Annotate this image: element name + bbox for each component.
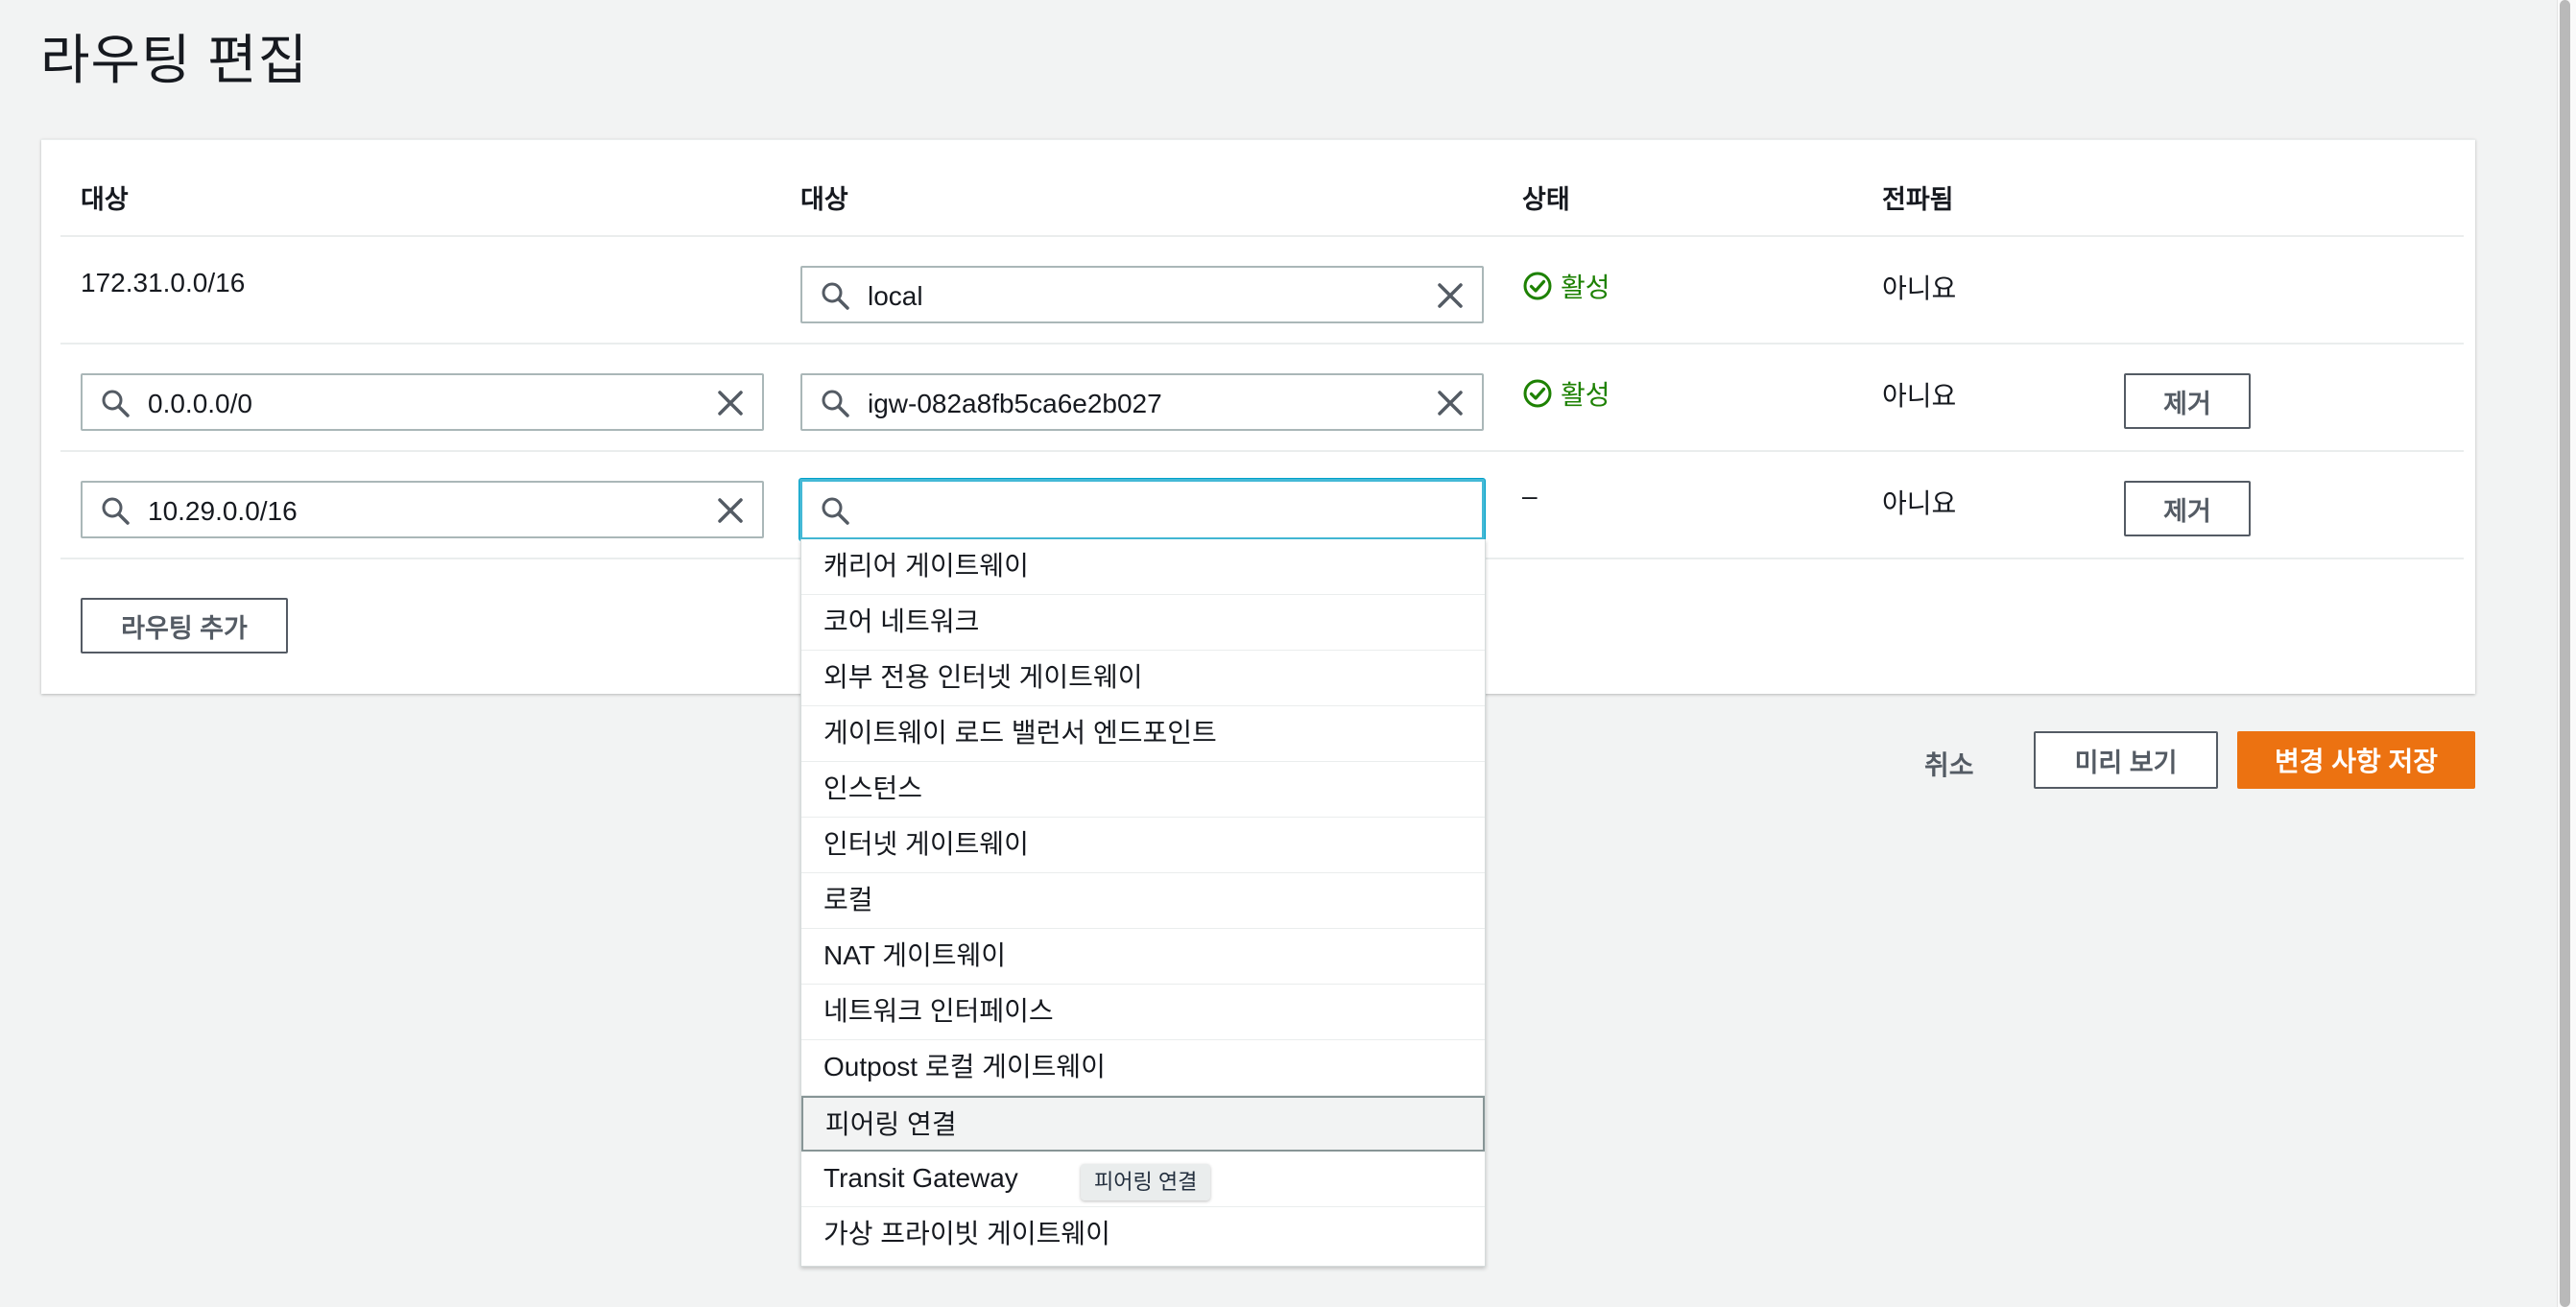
target-dropdown-list: 캐리어 게이트웨이 코어 네트워크 외부 전용 인터넷 게이트웨이 게이트웨이 … [800,539,1486,1267]
row-2-propagated: 아니요 [1882,381,1957,411]
dropdown-option-gwlb-endpoint[interactable]: 게이트웨이 로드 밸런서 엔드포인트 [801,706,1485,762]
search-icon [822,282,849,310]
row-2-status-text: 활성 [1561,380,1610,410]
row-divider [60,450,2464,452]
header-target: 대상 [800,185,848,214]
row-divider [60,235,2464,237]
header-destination: 대상 [81,185,129,214]
close-icon[interactable] [716,496,745,525]
row-3-target-input[interactable] [799,479,1485,540]
row-2-target-input[interactable]: igw-082a8fb5ca6e2b027 [800,373,1484,431]
dropdown-option-peering-connection[interactable]: 피어링 연결 [801,1096,1485,1152]
search-icon [822,390,849,417]
search-icon [102,497,130,525]
search-icon [822,497,849,525]
close-icon[interactable] [1436,389,1465,417]
page: 라우팅 편집 대상 대상 상태 전파됨 172.31.0.0/16 local … [0,0,2576,1307]
option-tooltip: 피어링 연결 [1081,1164,1211,1200]
row-1-status-text: 활성 [1561,273,1610,302]
page-title: 라우팅 편집 [40,30,309,90]
row-divider [60,343,2464,345]
row-1-destination: 172.31.0.0/16 [81,268,246,297]
dropdown-option-internet-gateway[interactable]: 인터넷 게이트웨이 [801,818,1485,873]
row-2-target-value: igw-082a8fb5ca6e2b027 [868,389,1162,418]
row-1-status: 활성 [1522,267,1610,305]
row-2-remove-button[interactable]: 제거 [2124,373,2251,429]
check-circle-icon [1523,379,1552,408]
header-status: 상태 [1522,185,1570,214]
page-scrollbar-thumb[interactable] [2560,0,2570,1307]
dropdown-option-core-network[interactable]: 코어 네트워크 [801,595,1485,651]
close-icon[interactable] [716,389,745,417]
row-1-propagated: 아니요 [1882,273,1957,303]
row-3-status: – [1522,481,1538,511]
row-3-destination-value: 10.29.0.0/16 [148,496,298,526]
search-icon [102,390,130,417]
dropdown-option-virtual-private-gateway[interactable]: 가상 프라이빗 게이트웨이 [801,1207,1485,1263]
row-2-destination-value: 0.0.0.0/0 [148,389,252,418]
row-2-destination-input[interactable]: 0.0.0.0/0 [81,373,764,431]
close-icon[interactable] [1436,281,1465,310]
check-circle-icon [1523,272,1552,300]
dropdown-option-network-interface[interactable]: 네트워크 인터페이스 [801,985,1485,1040]
dropdown-option-egress-only-igw[interactable]: 외부 전용 인터넷 게이트웨이 [801,651,1485,706]
dropdown-option-nat-gateway[interactable]: NAT 게이트웨이 [801,929,1485,985]
add-route-button[interactable]: 라우팅 추가 [81,598,288,654]
save-changes-button[interactable]: 변경 사항 저장 [2237,731,2475,789]
row-3-propagated: 아니요 [1882,488,1957,518]
cancel-button[interactable]: 취소 [1924,745,1974,783]
dropdown-option-local[interactable]: 로컬 [801,873,1485,929]
row-3-remove-button[interactable]: 제거 [2124,481,2251,536]
dropdown-option-instance[interactable]: 인스턴스 [801,762,1485,818]
row-1-target-value: local [868,281,923,311]
dropdown-option-outpost-local-gateway[interactable]: Outpost 로컬 게이트웨이 [801,1040,1485,1096]
preview-button[interactable]: 미리 보기 [2034,731,2218,789]
header-propagated: 전파됨 [1882,185,1954,214]
row-2-status: 활성 [1522,374,1610,413]
row-3-destination-input[interactable]: 10.29.0.0/16 [81,481,764,538]
row-1-target-input[interactable]: local [800,266,1484,323]
dropdown-option-carrier-gateway[interactable]: 캐리어 게이트웨이 [801,539,1485,595]
